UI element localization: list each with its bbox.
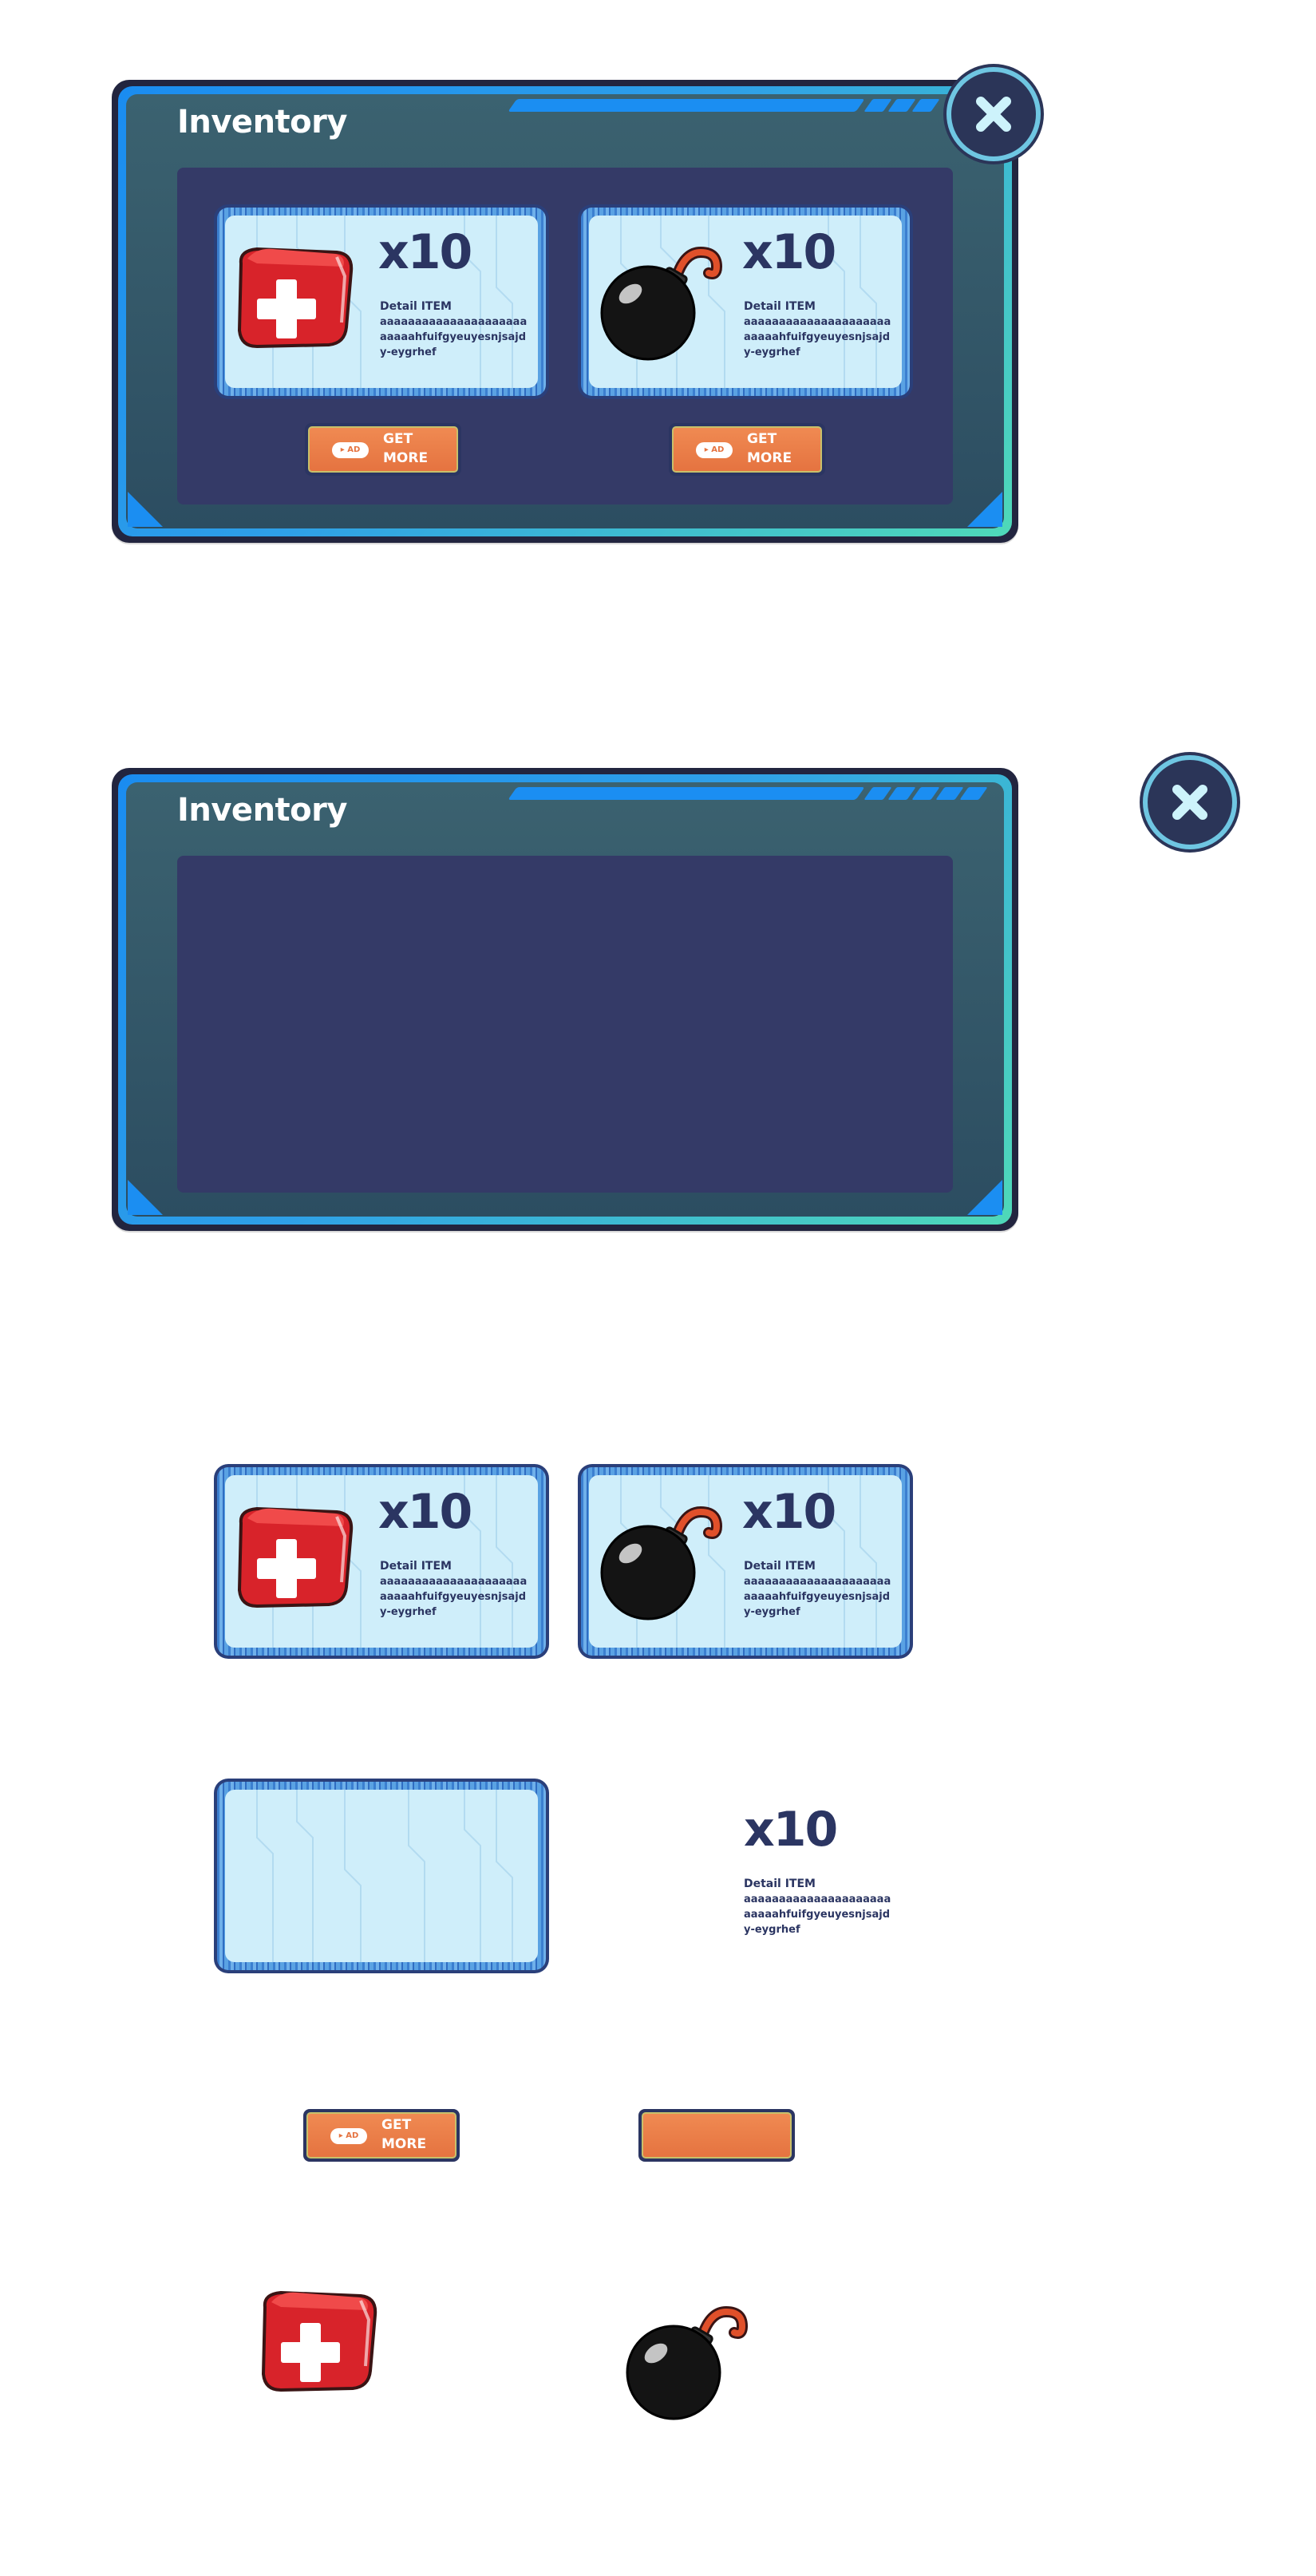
item-card-empty [214,1779,549,1973]
corner-decor [967,1180,1002,1215]
first-aid-kit-icon [225,239,361,362]
inventory-content [177,856,953,1193]
item-detail-title: Detail ITEM [744,1878,816,1890]
get-more-button[interactable]: ▸ AD GET MORE [669,423,825,476]
item-quantity: x10 [744,1802,838,1858]
item-quantity: x10 [378,224,472,280]
close-icon [976,97,1011,132]
item-card-bomb[interactable]: x10 Detail ITEM aaaaaaaaaaaaaaaaaaaaaaaa… [578,204,913,399]
get-more-label: GET MORE [381,2117,427,2152]
panel-title: Inventory [177,792,347,829]
item-detail-description: aaaaaaaaaaaaaaaaaaaaaaaaaahfuifgyeuyesnj… [380,1576,528,1618]
ad-badge: ▸ AD [332,442,369,458]
bomb-icon [589,1488,733,1635]
item-detail-title: Detail ITEM [744,1560,816,1573]
item-card-first-aid[interactable]: x10 Detail ITEM aaaaaaaaaaaaaaaaaaaaaaaa… [214,1464,549,1659]
decor-stripe [508,787,865,800]
close-icon [1172,785,1207,820]
blank-button[interactable] [638,2109,795,2162]
ad-badge: ▸ AD [696,442,733,458]
get-more-button[interactable]: ▸ AD GET MORE [305,423,461,476]
get-more-button[interactable]: ▸ AD GET MORE [303,2109,460,2162]
bomb-icon [615,2288,758,2435]
item-quantity: x10 [742,224,836,280]
bomb-icon [589,228,733,375]
corner-decor [128,1180,163,1215]
decor-stripe [508,99,865,112]
item-detail-description: aaaaaaaaaaaaaaaaaaaaaaaaaahfuifgyeuyesnj… [744,316,891,358]
item-detail-title: Detail ITEM [380,1560,452,1573]
item-quantity: x10 [378,1484,472,1540]
item-detail-title: Detail ITEM [380,300,452,313]
first-aid-kit-icon [225,1499,361,1622]
get-more-label: GET MORE [747,431,792,466]
card-face [225,1790,538,1962]
corner-decor [128,492,163,527]
item-detail-description: aaaaaaaaaaaaaaaaaaaaaaaaaahfuifgyeuyesnj… [744,1576,891,1618]
inventory-panel-empty: Inventory [112,768,1018,1231]
item-card-first-aid[interactable]: x10 Detail ITEM aaaaaaaaaaaaaaaaaaaaaaaa… [214,204,549,399]
item-quantity: x10 [742,1484,836,1540]
circuit-pattern [256,1790,513,1962]
close-button[interactable] [1143,755,1237,849]
first-aid-kit-icon [249,2283,385,2406]
button-fill [642,2112,792,2159]
item-detail-description: aaaaaaaaaaaaaaaaaaaaaaaaaahfuifgyeuyesnj… [744,1893,891,1936]
ad-badge: ▸ AD [330,2128,367,2144]
corner-decor [967,492,1002,527]
item-detail-description: aaaaaaaaaaaaaaaaaaaaaaaaaahfuifgyeuyesnj… [380,316,528,358]
get-more-label: GET MORE [383,431,429,466]
item-detail-title: Detail ITEM [744,300,816,313]
panel-title: Inventory [177,104,347,140]
item-card-bomb[interactable]: x10 Detail ITEM aaaaaaaaaaaaaaaaaaaaaaaa… [578,1464,913,1659]
close-button[interactable] [946,67,1041,161]
